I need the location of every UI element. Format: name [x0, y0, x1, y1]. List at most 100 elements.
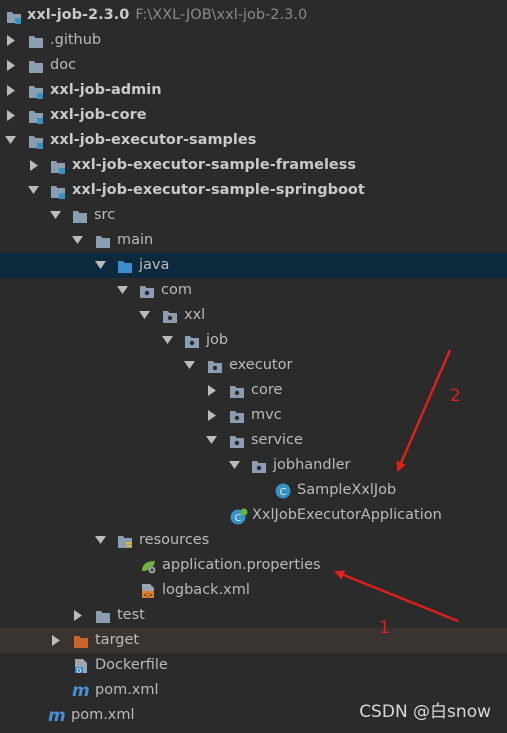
chevron-right-icon[interactable] [6, 78, 18, 103]
annotation-label-1: 1 [379, 618, 390, 638]
package-icon [229, 383, 245, 398]
chevron-down-icon[interactable] [139, 303, 151, 328]
tree-row[interactable]: mvc [0, 403, 507, 428]
tree-item-label: mvc [251, 407, 282, 423]
folder-icon [95, 608, 111, 623]
folder-icon [72, 208, 88, 223]
chevron-down-icon[interactable] [5, 128, 17, 153]
tree-item-label: pom.xml [71, 707, 135, 723]
module-folder-icon [50, 158, 66, 174]
java-class-icon: C [275, 483, 291, 499]
tree-row[interactable]: xxl-job-executor-samples [0, 128, 507, 153]
chevron-right-icon[interactable] [51, 628, 63, 653]
tree-row[interactable]: service [0, 428, 507, 453]
tree-item-label: Dockerfile [95, 657, 168, 673]
package-icon [229, 433, 245, 448]
project-path: F:\XXL-JOB\xxl-job-2.3.0 [135, 7, 308, 23]
folder-icon [28, 58, 44, 73]
module-folder-icon [28, 108, 44, 124]
module-folder-icon [28, 133, 44, 149]
tree-row[interactable]: <> logback.xml [0, 578, 507, 603]
tree-row-project-root[interactable]: xxl-job-2.3.0 F:\XXL-JOB\xxl-job-2.3.0 [0, 3, 507, 28]
tree-row[interactable]: xxl-job-executor-sample-springboot [0, 178, 507, 203]
module-folder-icon [50, 183, 66, 199]
chevron-down-icon[interactable] [50, 203, 62, 228]
tree-row[interactable]: jobhandler [0, 453, 507, 478]
tree-item-label: target [95, 632, 140, 648]
svg-text:D: D [77, 668, 82, 675]
chevron-down-icon[interactable] [95, 253, 107, 278]
chevron-down-icon[interactable] [206, 428, 218, 453]
chevron-down-icon[interactable] [184, 353, 196, 378]
tree-item-label: xxl-job-executor-samples [50, 132, 257, 148]
spring-boot-class-icon: C [230, 508, 248, 525]
tree-row[interactable]: job [0, 328, 507, 353]
chevron-right-icon[interactable] [73, 603, 85, 628]
package-icon [139, 283, 155, 298]
chevron-down-icon[interactable] [95, 528, 107, 553]
chevron-down-icon[interactable] [72, 228, 84, 253]
tree-row[interactable]: xxl-job-core [0, 103, 507, 128]
module-folder-icon [28, 83, 44, 99]
tree-row[interactable]: C XxlJobExecutorApplication [0, 503, 507, 528]
chevron-down-icon[interactable] [229, 453, 241, 478]
tree-row[interactable]: executor [0, 353, 507, 378]
folder-icon [95, 233, 111, 248]
chevron-right-icon[interactable] [29, 153, 41, 178]
tree-item-label: doc [50, 57, 77, 73]
chevron-right-icon[interactable] [6, 28, 18, 53]
tree-row[interactable]: core [0, 378, 507, 403]
maven-pom-icon: m [48, 706, 66, 726]
tree-row[interactable]: src [0, 203, 507, 228]
tree-row[interactable]: com [0, 278, 507, 303]
xml-file-icon: <> [140, 583, 156, 599]
tree-row[interactable]: D Dockerfile [0, 653, 507, 678]
tree-item-label: executor [229, 357, 293, 373]
tree-item-label: xxl-job-admin [50, 82, 162, 98]
tree-row[interactable]: .github [0, 28, 507, 53]
excluded-folder-icon [73, 633, 89, 648]
chevron-right-icon[interactable] [207, 378, 219, 403]
tree-row[interactable]: application.properties [0, 553, 507, 578]
project-name: xxl-job-2.3.0 [27, 7, 130, 23]
svg-text:C: C [235, 513, 242, 524]
tree-item-label: java [139, 257, 170, 273]
package-icon [251, 458, 267, 473]
tree-item-label: xxl-job-executor-sample-frameless [72, 157, 357, 173]
tree-row[interactable]: xxl [0, 303, 507, 328]
tree-row[interactable]: doc [0, 53, 507, 78]
tree-row[interactable]: main [0, 228, 507, 253]
chevron-right-icon[interactable] [207, 403, 219, 428]
annotation-label-2: 2 [450, 386, 461, 406]
tree-row-excluded[interactable]: target [0, 628, 507, 653]
tree-row[interactable]: xxl-job-admin [0, 78, 507, 103]
package-icon [229, 408, 245, 423]
chevron-right-icon[interactable] [6, 103, 18, 128]
tree-item-label: core [251, 382, 283, 398]
spring-properties-icon [140, 558, 156, 574]
chevron-down-icon[interactable] [117, 278, 129, 303]
tree-row[interactable]: resources [0, 528, 507, 553]
chevron-down-icon[interactable] [162, 328, 174, 353]
tree-item-label: xxl-job-executor-sample-springboot [72, 182, 365, 198]
tree-row[interactable]: xxl-job-executor-sample-frameless [0, 153, 507, 178]
svg-text:C: C [280, 487, 287, 498]
chevron-down-icon[interactable] [28, 178, 40, 203]
package-icon [184, 333, 200, 348]
tree-item-label: .github [50, 32, 102, 48]
tree-item-label: com [161, 282, 192, 298]
svg-text:m: m [48, 706, 66, 724]
tree-item-label: xxl-job-core [50, 107, 147, 123]
tree-item-label: job [206, 332, 229, 348]
svg-text:<>: <> [143, 592, 153, 599]
tree-item-label: xxl [184, 307, 206, 323]
tree-row[interactable]: test [0, 603, 507, 628]
tree-item-label: main [117, 232, 154, 248]
tree-row[interactable]: C SampleXxlJob [0, 478, 507, 503]
folder-icon [28, 33, 44, 48]
module-folder-icon [6, 8, 22, 24]
tree-item-label: service [251, 432, 303, 448]
tree-row-selected[interactable]: java [0, 253, 507, 278]
chevron-right-icon[interactable] [6, 53, 18, 78]
project-tree: xxl-job-2.3.0 F:\XXL-JOB\xxl-job-2.3.0 .g… [0, 3, 507, 728]
